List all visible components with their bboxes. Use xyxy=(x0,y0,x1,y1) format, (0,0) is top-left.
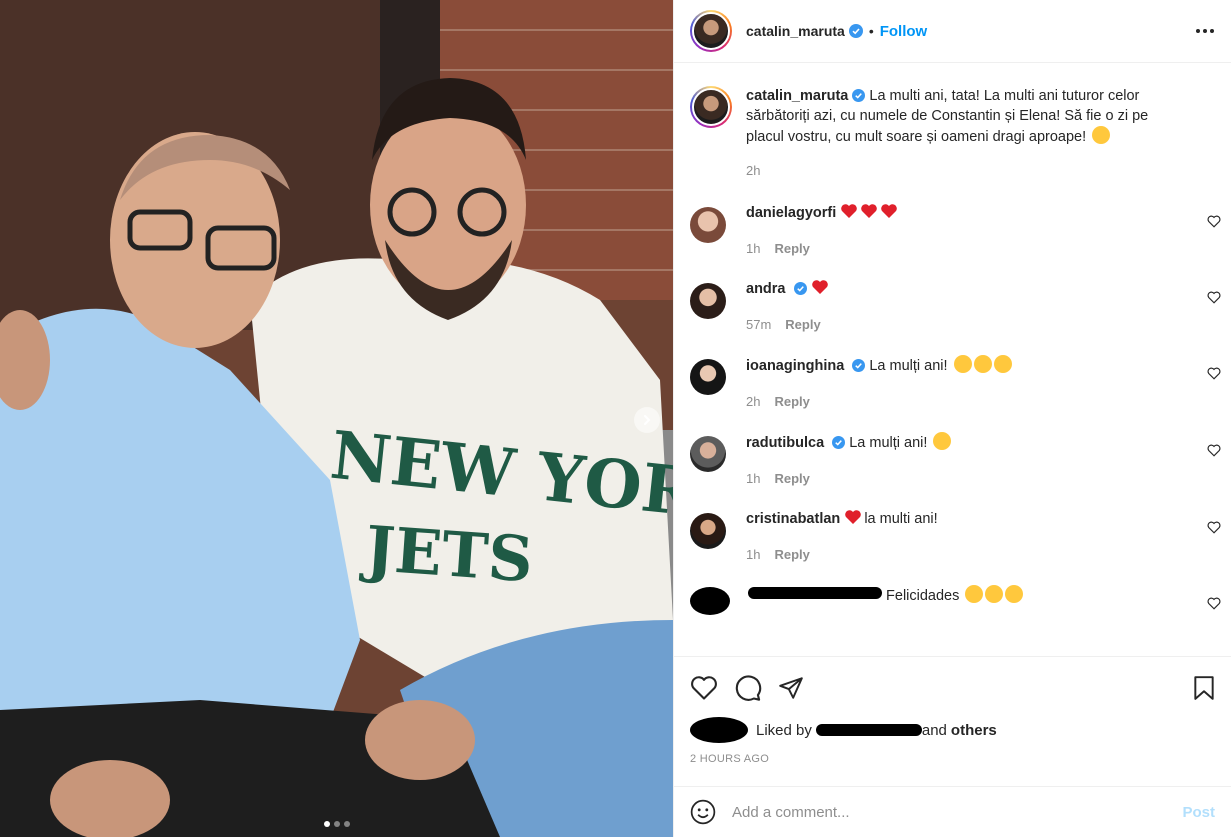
comment-time: 1h xyxy=(746,547,761,562)
commenter-avatar[interactable] xyxy=(690,207,726,243)
comment-item: Felicidades xyxy=(674,585,1231,615)
likes-and-label: and xyxy=(921,721,947,739)
comment-time: 2h xyxy=(746,394,761,409)
like-comment-icon[interactable] xyxy=(1207,444,1221,457)
chevron-right-icon xyxy=(644,415,651,425)
like-comment-icon[interactable] xyxy=(1207,291,1221,304)
post-side-panel: catalin_maruta • Follow catalin_maruta L… xyxy=(673,0,1231,837)
comment-item: cristinabatlan la multi ani! 1h Reply xyxy=(674,509,1231,565)
carousel-dot xyxy=(333,821,340,827)
star-struck-emoji xyxy=(985,585,1004,603)
reply-button[interactable]: Reply xyxy=(774,394,809,409)
star-struck-emoji xyxy=(1005,585,1024,603)
commenter-avatar[interactable] xyxy=(690,359,726,395)
share-icon[interactable] xyxy=(778,675,804,701)
comment-username[interactable]: ioanaginghina xyxy=(746,358,844,374)
next-image-button[interactable] xyxy=(634,407,660,433)
likes-summary: Liked by and others xyxy=(690,717,1215,743)
commenter-avatar[interactable] xyxy=(690,513,726,549)
commenter-avatar[interactable] xyxy=(690,283,726,319)
like-comment-icon[interactable] xyxy=(1207,597,1221,610)
comment-text: la multi ani! xyxy=(864,511,938,527)
comment-text: La mulți ani! xyxy=(849,435,928,451)
caption: catalin_maruta La multi ani, tata! La mu… xyxy=(674,64,1231,181)
author-avatar[interactable] xyxy=(690,10,732,52)
reply-button[interactable]: Reply xyxy=(774,471,809,486)
post-timestamp: 2 HOURS AGO xyxy=(690,753,770,765)
verified-icon xyxy=(793,282,807,295)
comment-item: danielagyorfi 1h Reply xyxy=(674,203,1231,259)
comment-icon[interactable] xyxy=(734,674,762,702)
separator-dot: • xyxy=(868,23,874,39)
verified-icon xyxy=(848,24,863,38)
comment-time: 1h xyxy=(746,471,761,486)
post-media[interactable]: NEW YORK JETS xyxy=(0,0,673,837)
post-modal: NEW YORK JETS catalin_maruta • Follow ca… xyxy=(0,0,1231,837)
liked-by-label: Liked by xyxy=(756,721,812,739)
like-comment-icon[interactable] xyxy=(1207,521,1221,534)
comment-username[interactable]: radutibulca xyxy=(746,435,824,451)
follow-button[interactable]: Follow xyxy=(880,23,928,40)
more-options-icon[interactable] xyxy=(1195,28,1215,34)
comment-item: ioanaginghina La mulți ani! 2h Reply xyxy=(674,355,1231,412)
hugging-face-emoji xyxy=(993,355,1012,373)
like-icon[interactable] xyxy=(690,675,718,701)
red-heart-emoji xyxy=(845,510,862,524)
caption-username[interactable]: catalin_maruta xyxy=(746,88,848,104)
caption-time: 2h xyxy=(746,163,761,178)
comment-username[interactable]: andra xyxy=(746,281,786,297)
red-heart-emoji xyxy=(841,204,858,218)
post-photo: NEW YORK JETS xyxy=(0,0,673,837)
comment-username[interactable]: danielagyorfi xyxy=(746,205,836,221)
post-comment-button[interactable]: Post xyxy=(1182,804,1215,821)
add-comment-input[interactable] xyxy=(732,803,1183,821)
add-comment-bar: Post xyxy=(674,786,1231,837)
comment-text: La mulți ani! xyxy=(869,358,948,374)
comment-time: 57m xyxy=(746,317,772,332)
red-heart-emoji xyxy=(861,204,878,218)
verified-icon xyxy=(852,89,866,102)
shirt-text-line2: JETS xyxy=(358,512,535,597)
comment-text: Felicidades xyxy=(886,588,960,604)
red-heart-emoji xyxy=(811,280,828,294)
redacted-avatar xyxy=(690,587,730,615)
redacted-liker-avatar xyxy=(690,717,748,743)
like-comment-icon[interactable] xyxy=(1207,367,1221,380)
comment-username[interactable]: cristinabatlan xyxy=(746,511,840,527)
like-comment-icon[interactable] xyxy=(1207,215,1221,228)
carousel-dot xyxy=(323,821,330,827)
verified-icon xyxy=(832,436,846,449)
emoji-icon[interactable] xyxy=(690,799,716,825)
redacted-username xyxy=(748,587,882,599)
red-heart-emoji xyxy=(881,204,898,218)
author-username[interactable]: catalin_maruta xyxy=(746,23,845,39)
reply-button[interactable]: Reply xyxy=(785,317,820,332)
carousel-indicator xyxy=(0,821,673,827)
comments-list[interactable]: catalin_maruta La multi ani, tata! La mu… xyxy=(674,64,1231,656)
reply-button[interactable]: Reply xyxy=(774,241,809,256)
comment-item: andra 57m Reply xyxy=(674,279,1231,335)
star-struck-emoji xyxy=(965,585,984,603)
smiling-face-halo-emoji xyxy=(933,432,952,450)
author-avatar[interactable] xyxy=(690,86,732,128)
post-header: catalin_maruta • Follow xyxy=(674,0,1231,63)
verified-icon xyxy=(852,359,866,372)
reply-button[interactable]: Reply xyxy=(774,547,809,562)
carousel-dot xyxy=(343,821,350,827)
commenter-avatar[interactable] xyxy=(690,436,726,472)
comment-item: radutibulca La mulți ani! 1h Reply xyxy=(674,432,1231,489)
hugging-face-emoji xyxy=(1092,126,1111,144)
partying-face-emoji xyxy=(973,355,992,373)
post-actions: Liked by and others 2 HOURS AGO xyxy=(674,656,1231,765)
save-bookmark-icon[interactable] xyxy=(1193,675,1215,701)
redacted-liker-name[interactable] xyxy=(815,724,922,736)
partying-face-emoji xyxy=(953,355,972,373)
likes-others-link[interactable]: others xyxy=(951,722,997,739)
comment-time: 1h xyxy=(746,241,761,256)
